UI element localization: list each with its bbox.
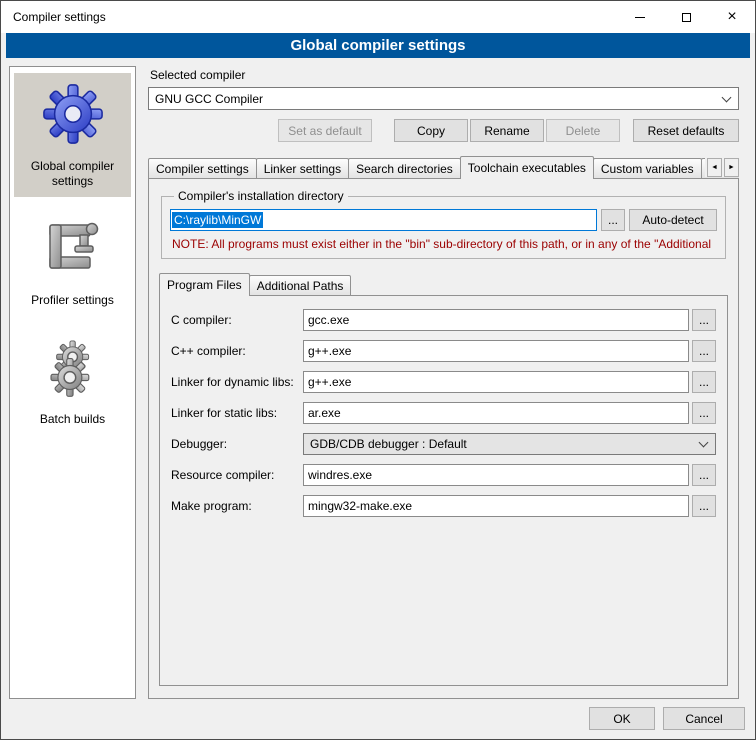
profiler-clamp-icon <box>42 217 104 279</box>
make-program-browse-button[interactable]: ... <box>692 495 716 517</box>
debugger-select[interactable]: GDB/CDB debugger : Default <box>303 433 716 455</box>
dynamic-linker-browse-button[interactable]: ... <box>692 371 716 393</box>
field-label: Linker for dynamic libs: <box>171 375 303 389</box>
tab-search-directories[interactable]: Search directories <box>348 158 461 179</box>
form-row: Make program: ... <box>171 495 716 517</box>
sidebar-item-label: Batch builds <box>17 412 128 427</box>
note-text: NOTE: All programs must exist either in … <box>172 237 717 251</box>
delete-button[interactable]: Delete <box>546 119 620 142</box>
batch-gears-icon <box>42 336 104 398</box>
form-row: Linker for static libs: ... <box>171 402 716 424</box>
subtab-bar: Program Files Additional Paths <box>159 273 728 296</box>
form-row: Debugger: GDB/CDB debugger : Default <box>171 433 716 455</box>
field-label: C compiler: <box>171 313 303 327</box>
close-icon: × <box>727 9 736 25</box>
ok-button[interactable]: OK <box>589 707 655 730</box>
copy-button[interactable]: Copy <box>394 119 468 142</box>
chevron-down-icon <box>699 438 709 448</box>
sidebar-item-label: Profiler settings <box>17 293 128 308</box>
maximize-icon <box>682 13 691 22</box>
close-button[interactable]: × <box>709 1 755 33</box>
cpp-compiler-input[interactable] <box>303 340 689 362</box>
static-linker-input[interactable] <box>303 402 689 424</box>
dialog-content: Global compiler settings <box>1 58 755 699</box>
resource-compiler-browse-button[interactable]: ... <box>692 464 716 486</box>
cpp-compiler-browse-button[interactable]: ... <box>692 340 716 362</box>
scroll-left-icon: ◄ <box>711 164 718 171</box>
toolchain-executables-panel: Compiler's installation directory C:\ray… <box>148 178 739 699</box>
window-controls: × <box>617 1 755 33</box>
reset-defaults-button[interactable]: Reset defaults <box>633 119 739 142</box>
rename-button[interactable]: Rename <box>470 119 544 142</box>
subtab-program-files[interactable]: Program Files <box>159 273 250 296</box>
dialog-footer: OK Cancel <box>1 699 755 739</box>
resource-compiler-input[interactable] <box>303 464 689 486</box>
install-dir-input[interactable]: C:\raylib\MinGW <box>170 209 597 231</box>
selected-compiler-label: Selected compiler <box>150 68 739 82</box>
cancel-button[interactable]: Cancel <box>663 707 745 730</box>
minimize-icon <box>635 17 645 18</box>
install-dir-browse-button[interactable]: ... <box>601 209 625 231</box>
banner-title: Global compiler settings <box>6 33 750 58</box>
tab-custom-variables[interactable]: Custom variables <box>593 158 702 179</box>
tab-bar: Compiler settings Linker settings Search… <box>148 156 739 179</box>
compiler-actions: Set as default Copy Rename Delete Reset … <box>148 119 739 142</box>
install-dir-group: Compiler's installation directory C:\ray… <box>161 189 726 259</box>
minimize-button[interactable] <box>617 1 663 33</box>
tab-strip: Compiler settings Linker settings Search… <box>148 156 739 179</box>
form-row: Linker for dynamic libs: ... <box>171 371 716 393</box>
tab-linker-settings[interactable]: Linker settings <box>256 158 349 179</box>
install-dir-group-title: Compiler's installation directory <box>174 189 348 203</box>
chevron-down-icon <box>722 92 732 102</box>
dynamic-linker-input[interactable] <box>303 371 689 393</box>
subtab-strip: Program Files Additional Paths <box>159 273 728 296</box>
install-dir-value: C:\raylib\MinGW <box>172 212 263 228</box>
program-files-panel: C compiler: ... C++ compiler: ... Linker… <box>159 295 728 686</box>
tab-scroll-right-button[interactable]: ► <box>724 158 739 177</box>
form-row: C compiler: ... <box>171 309 716 331</box>
blue-gear-icon <box>42 83 104 145</box>
field-label: Make program: <box>171 499 303 513</box>
auto-detect-button[interactable]: Auto-detect <box>629 209 717 231</box>
field-label: Debugger: <box>171 437 303 451</box>
install-dir-row: C:\raylib\MinGW ... Auto-detect <box>170 209 717 231</box>
tab-toolchain-executables[interactable]: Toolchain executables <box>460 156 594 179</box>
form-row: Resource compiler: ... <box>171 464 716 486</box>
window-title: Compiler settings <box>1 10 617 24</box>
field-label: Resource compiler: <box>171 468 303 482</box>
compiler-select[interactable]: GNU GCC Compiler <box>148 87 739 110</box>
form-row: C++ compiler: ... <box>171 340 716 362</box>
maximize-button[interactable] <box>663 1 709 33</box>
sidebar-item-label: Global compiler settings <box>17 159 128 189</box>
titlebar: Compiler settings × <box>1 1 755 33</box>
field-label: C++ compiler: <box>171 344 303 358</box>
make-program-input[interactable] <box>303 495 689 517</box>
debugger-select-value: GDB/CDB debugger : Default <box>310 437 692 451</box>
set-as-default-button[interactable]: Set as default <box>278 119 372 142</box>
c-compiler-browse-button[interactable]: ... <box>692 309 716 331</box>
compiler-select-value: GNU GCC Compiler <box>155 92 715 106</box>
main-area: Selected compiler GNU GCC Compiler Set a… <box>146 66 747 699</box>
subtab-additional-paths[interactable]: Additional Paths <box>249 275 352 296</box>
static-linker-browse-button[interactable]: ... <box>692 402 716 424</box>
scroll-right-icon: ► <box>728 164 735 171</box>
tab-compiler-settings[interactable]: Compiler settings <box>148 158 257 179</box>
field-label: Linker for static libs: <box>171 406 303 420</box>
sidebar-item-profiler-settings[interactable]: Profiler settings <box>14 207 131 316</box>
tab-scroll-left-button[interactable]: ◄ <box>707 158 722 177</box>
sidebar-item-global-compiler-settings[interactable]: Global compiler settings <box>14 73 131 197</box>
tab-scrollers: ◄ ► <box>705 158 739 177</box>
c-compiler-input[interactable] <box>303 309 689 331</box>
sidebar-item-batch-builds[interactable]: Batch builds <box>14 326 131 435</box>
sidebar: Global compiler settings <box>9 66 136 699</box>
